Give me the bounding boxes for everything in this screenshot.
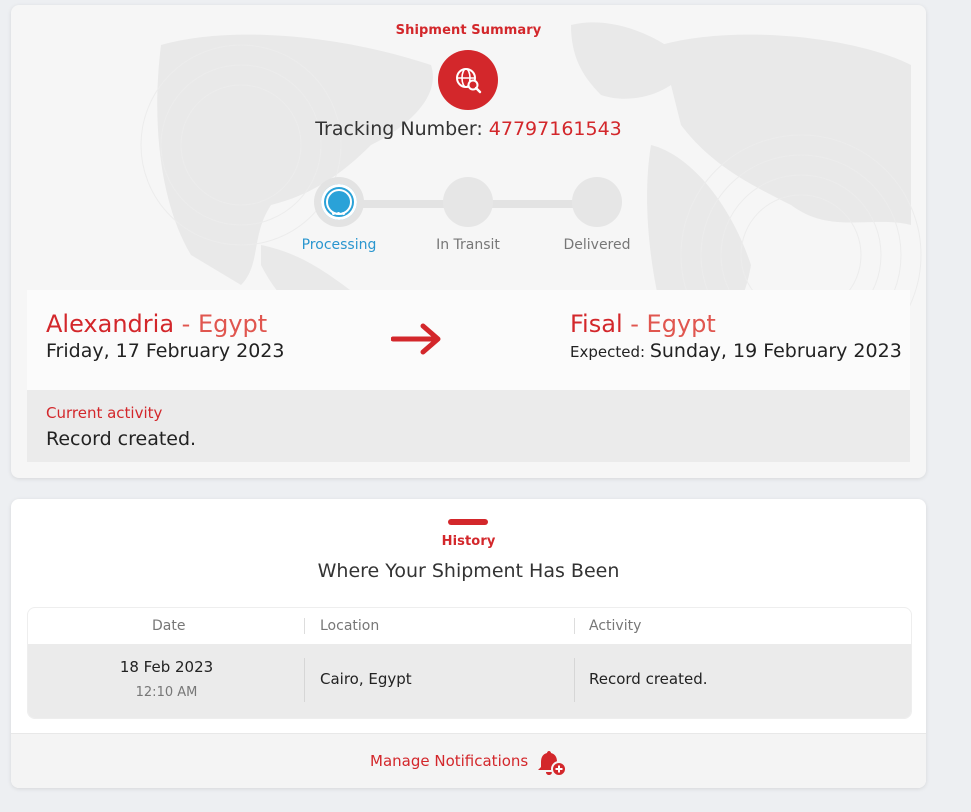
current-activity-label: Current activity — [46, 404, 163, 422]
route-panel: Alexandria - Egypt Friday, 17 February 2… — [27, 290, 910, 390]
column-divider — [304, 618, 305, 634]
step-delivered-dot — [572, 177, 622, 227]
column-divider — [574, 618, 575, 634]
row-location: Cairo, Egypt — [320, 670, 412, 688]
shipment-summary-card: Shipment Summary Tracking Number: 477971… — [11, 5, 926, 478]
step-processing-label: Processing — [301, 237, 377, 253]
tracking-label: Tracking Number: — [315, 118, 489, 140]
history-accent-bar — [448, 519, 488, 525]
origin-block: Alexandria - Egypt Friday, 17 February 2… — [46, 310, 284, 362]
progress-steps: Processing In Transit Delivered — [11, 177, 926, 267]
origin-date: Friday, 17 February 2023 — [46, 340, 285, 362]
origin-country: Egypt — [197, 310, 268, 338]
step-delivered-label: Delivered — [563, 237, 631, 253]
destination-city: Fisal — [570, 310, 623, 338]
step-in-transit-label: In Transit — [436, 237, 500, 253]
origin-city: Alexandria — [46, 310, 175, 338]
destination-separator: - — [622, 310, 647, 338]
row-time: 12:10 AM — [135, 685, 198, 700]
cell-divider — [304, 658, 305, 702]
column-header-date: Date — [152, 618, 186, 634]
row-activity: Record created. — [589, 670, 708, 688]
tracking-number-line: Tracking Number: 47797161543 — [11, 118, 926, 140]
current-activity-value: Record created. — [46, 428, 197, 450]
manage-notifications-link[interactable]: Manage Notifications — [370, 752, 528, 770]
globe-search-badge — [438, 50, 498, 110]
column-header-location: Location — [320, 618, 380, 634]
origin-location: Alexandria - Egypt — [46, 310, 284, 338]
ellipsis-icon — [332, 200, 347, 219]
expected-date: Sunday, 19 February 2023 — [649, 340, 902, 362]
history-footer: Manage Notifications — [11, 733, 926, 788]
expected-label: Expected: — [570, 343, 650, 361]
destination-country: Egypt — [646, 310, 716, 338]
destination-expected: Expected: Sunday, 19 February 2023 — [570, 340, 902, 362]
cell-divider — [574, 658, 575, 702]
history-card: History Where Your Shipment Has Been Dat… — [11, 499, 926, 788]
shipment-summary-title: Shipment Summary — [395, 23, 542, 38]
row-date: 18 Feb 2023 — [119, 658, 214, 676]
history-table: Date Location Activity 18 Feb 2023 12:10… — [27, 607, 912, 719]
column-header-activity: Activity — [589, 618, 642, 634]
arrow-right-icon — [391, 323, 441, 355]
step-processing-dot — [314, 177, 364, 227]
table-row: 18 Feb 2023 12:10 AM Cairo, Egypt Record… — [28, 644, 911, 718]
tracking-number: 47797161543 — [488, 118, 622, 140]
destination-block: Fisal - Egypt Expected: Sunday, 19 Febru… — [570, 310, 902, 362]
destination-location: Fisal - Egypt — [570, 310, 902, 338]
history-title: History — [441, 534, 496, 549]
step-in-transit-dot — [443, 177, 493, 227]
history-subtitle: Where Your Shipment Has Been — [317, 560, 620, 582]
bell-add-icon[interactable] — [536, 749, 568, 779]
origin-separator: - — [174, 310, 198, 338]
current-activity-panel: Current activity Record created. — [27, 390, 910, 462]
globe-search-icon — [456, 68, 482, 94]
